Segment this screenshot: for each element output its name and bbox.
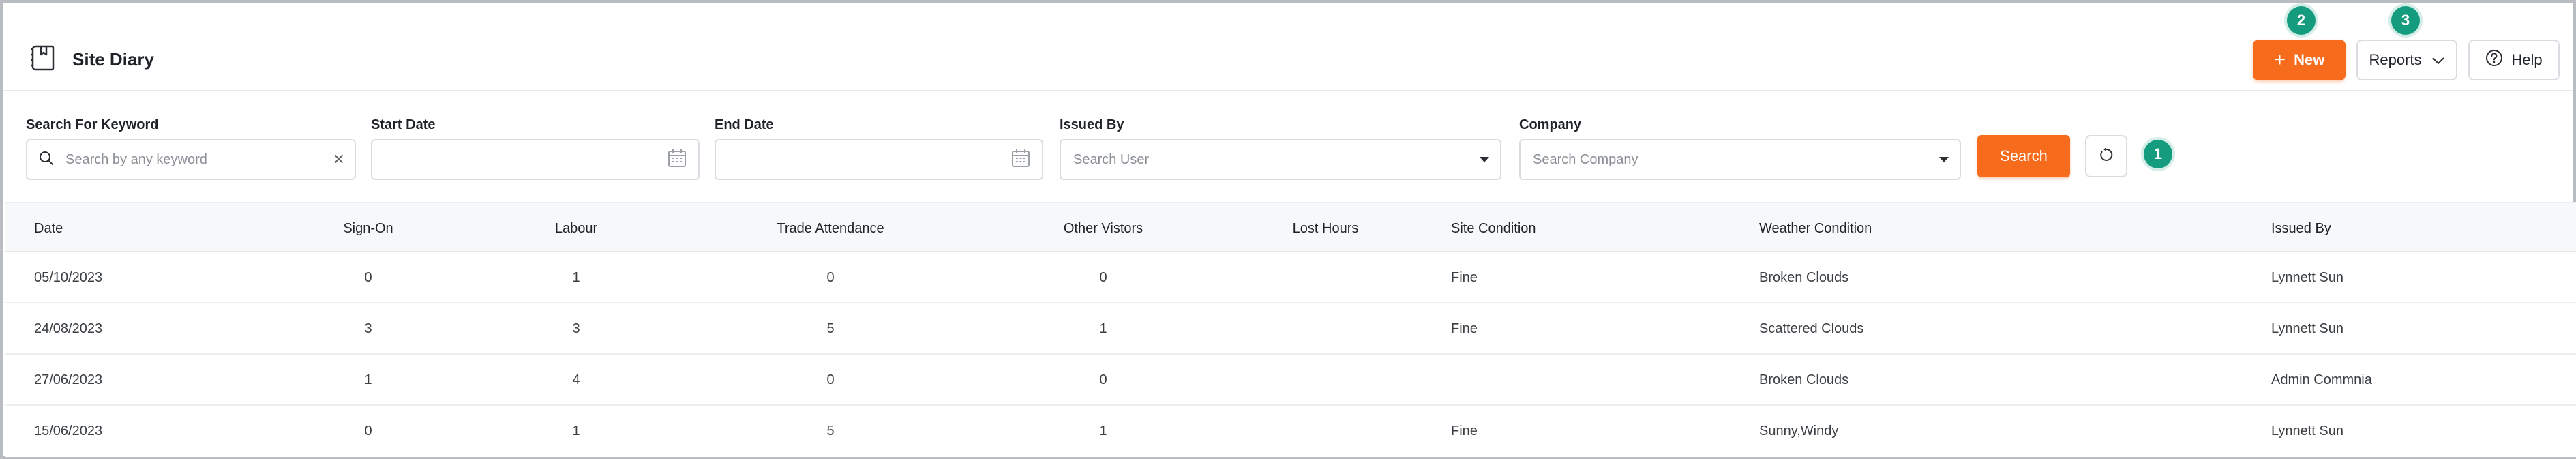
company-label: Company [1519, 117, 1582, 132]
page-header: Site Diary + New Reports Help 2 3 [3, 3, 2573, 91]
cell-issued-by: Lynnett Sun [2271, 270, 2344, 285]
column-header-lost-hours[interactable]: Lost Hours [1257, 203, 1394, 254]
page-title: Site Diary [72, 49, 154, 70]
chevron-down-icon [2422, 51, 2445, 69]
cell-other-visitors: 1 [1099, 424, 1107, 439]
cell-date: 24/08/2023 [34, 321, 103, 336]
cell-trade-attendance: 5 [826, 321, 835, 336]
cell-labour: 1 [572, 424, 580, 439]
company-select[interactable]: Search Company [1519, 139, 1961, 180]
issued-by-placeholder: Search User [1073, 151, 1150, 167]
cell-weather-condition: Broken Clouds [1759, 270, 1849, 285]
cell-weather-condition: Broken Clouds [1759, 372, 1849, 387]
cell-weather-condition: Sunny,Windy [1759, 424, 1839, 439]
end-date-field[interactable] [715, 139, 1043, 180]
cell-site-condition: Fine [1451, 424, 1478, 439]
cell-date: 05/10/2023 [34, 270, 103, 285]
cell-labour: 1 [572, 270, 580, 285]
clear-icon[interactable]: ✕ [333, 151, 345, 168]
column-header-labour[interactable]: Labour [508, 203, 644, 254]
column-header-date[interactable]: Date [34, 203, 63, 254]
cell-issued-by: Lynnett Sun [2271, 424, 2344, 439]
keyword-label: Search For Keyword [26, 117, 159, 132]
column-header-site-condition[interactable]: Site Condition [1451, 203, 1536, 254]
calendar-icon[interactable] [667, 148, 687, 172]
search-button[interactable]: Search [1977, 135, 2070, 177]
search-icon [38, 150, 55, 170]
cell-issued-by: Lynnett Sun [2271, 321, 2344, 336]
cell-sign-on: 0 [364, 424, 372, 439]
help-circle-icon [2485, 49, 2511, 71]
new-button-label: New [2294, 51, 2325, 68]
plus-icon: + [2273, 48, 2286, 71]
cell-lost-hours [1257, 252, 1394, 303]
reports-button-label: Reports [2369, 51, 2422, 68]
column-header-issued-by[interactable]: Issued By [2271, 203, 2331, 254]
table-row[interactable]: 27/06/2023 1 4 0 0 Broken Clouds Admin C… [5, 355, 2576, 406]
step-badge-reports: 3 [2391, 6, 2420, 35]
issued-by-label: Issued By [1060, 117, 1124, 132]
table-header: Date Sign-On Labour Trade Attendance Oth… [5, 202, 2576, 252]
caret-down-icon [1939, 157, 1949, 162]
issued-by-select[interactable]: Search User [1060, 139, 1501, 180]
table-row[interactable]: 24/08/2023 3 3 5 1 Fine Scattered Clouds… [5, 303, 2576, 355]
cell-other-visitors: 0 [1099, 270, 1107, 285]
caret-down-icon [1480, 157, 1489, 162]
cell-issued-by: Admin Commnia [2271, 372, 2372, 387]
cell-site-condition: Fine [1451, 270, 1478, 285]
column-header-weather-condition[interactable]: Weather Condition [1759, 203, 1872, 254]
column-header-sign-on[interactable]: Sign-On [300, 203, 436, 254]
step-badge-new: 2 [2287, 6, 2316, 35]
cell-weather-condition: Scattered Clouds [1759, 321, 1864, 336]
column-header-trade-attendance[interactable]: Trade Attendance [728, 203, 933, 254]
cell-sign-on: 0 [364, 270, 372, 285]
keyword-search-input[interactable]: Search by any keyword [65, 152, 333, 168]
refresh-icon [2098, 147, 2114, 166]
cell-other-visitors: 1 [1099, 321, 1107, 336]
cell-sign-on: 3 [364, 321, 372, 336]
start-date-field[interactable] [371, 139, 700, 180]
cell-site-condition: Fine [1451, 321, 1478, 336]
calendar-icon[interactable] [1010, 148, 1031, 172]
keyword-search-field[interactable]: Search by any keyword ✕ [26, 139, 356, 180]
cell-lost-hours [1257, 355, 1394, 406]
cell-trade-attendance: 5 [826, 424, 835, 439]
cell-date: 15/06/2023 [34, 424, 103, 439]
column-header-other-visitors[interactable]: Other Vistors [1001, 203, 1205, 254]
cell-labour: 4 [572, 372, 580, 387]
help-button-label: Help [2511, 51, 2543, 68]
app-window: Site Diary + New Reports Help 2 3 Search… [0, 0, 2576, 459]
table-row[interactable]: 05/10/2023 0 1 0 0 Fine Broken Clouds Ly… [5, 252, 2576, 303]
end-date-label: End Date [715, 117, 774, 132]
cell-other-visitors: 0 [1099, 372, 1107, 387]
reset-button[interactable] [2085, 135, 2127, 177]
cell-lost-hours [1257, 406, 1394, 457]
reports-dropdown-button[interactable]: Reports [2356, 40, 2457, 80]
cell-trade-attendance: 0 [826, 372, 835, 387]
table-row[interactable]: 15/06/2023 0 1 5 1 Fine Sunny,Windy Lynn… [5, 406, 2576, 457]
step-badge-reset: 1 [2144, 140, 2172, 168]
title-area: Site Diary [30, 44, 154, 76]
company-placeholder: Search Company [1533, 151, 1638, 167]
new-button[interactable]: + New [2253, 40, 2346, 80]
cell-trade-attendance: 0 [826, 270, 835, 285]
cell-lost-hours [1257, 303, 1394, 355]
cell-sign-on: 1 [364, 372, 372, 387]
cell-labour: 3 [572, 321, 580, 336]
start-date-label: Start Date [371, 117, 436, 132]
help-button[interactable]: Help [2468, 40, 2560, 80]
cell-date: 27/06/2023 [34, 372, 103, 387]
diary-book-icon [30, 44, 56, 76]
